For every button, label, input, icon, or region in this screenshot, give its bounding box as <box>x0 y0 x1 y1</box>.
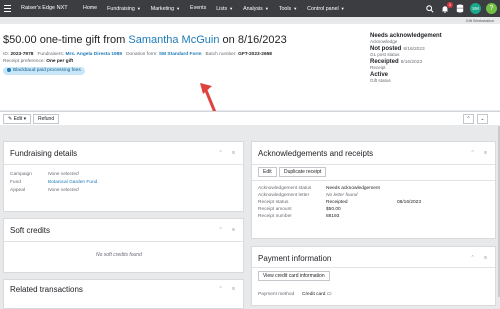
nav-lists[interactable]: Lists ▼ <box>211 0 238 18</box>
batch-number: GFT-2023-2658 <box>238 52 272 57</box>
nav-events[interactable]: Events <box>185 0 211 17</box>
panel-title: Soft credits <box>10 226 51 235</box>
receipt-amount-row: Receipt amount $50.00 <box>258 207 341 212</box>
processing-fees-chip: Blackbaud paid processing fees <box>3 67 85 75</box>
caret-down-icon: ▼ <box>176 5 181 11</box>
gift-meta-line: ID: 2023-7978 Fundraisers: Mrs. Angela D… <box>3 52 272 57</box>
app-brand[interactable]: Raiser's Edge NXT <box>14 0 78 17</box>
nav-marketing[interactable]: Marketing ▼ <box>146 0 185 18</box>
receipt-number-row: Receipt number 88193 <box>258 214 340 219</box>
panel-controls[interactable]: ⌃ ≡ <box>219 286 240 292</box>
fund-link[interactable]: Botanical Garden Fund <box>48 180 97 185</box>
next-record-button[interactable]: ⌄ <box>477 114 488 124</box>
notification-count-badge: 1 <box>447 1 453 8</box>
previous-record-button[interactable]: ⌃ <box>463 114 474 124</box>
edit-dropdown-button[interactable]: ✎ Edit ▾ <box>3 114 32 124</box>
panel-controls[interactable]: ⌃ ≡ <box>471 150 492 156</box>
panel-title: Fundraising details <box>10 149 78 158</box>
caret-down-icon: ▼ <box>340 5 345 11</box>
notifications-bell-icon[interactable]: 1 <box>440 1 453 14</box>
gift-id: 2023-7978 <box>10 52 34 57</box>
panel-controls[interactable]: ⌃ ≡ <box>471 255 492 261</box>
caret-down-icon: ▼ <box>229 5 234 11</box>
credit-card-icon: ▭ <box>326 292 332 297</box>
ack-edit-button[interactable]: Edit <box>258 167 277 177</box>
ack-letter-row: Acknowledgement letter No letter found <box>258 193 358 198</box>
fund-row: Fund Botanical Garden Fund <box>10 180 98 185</box>
donation-form-link[interactable]: SM Standard Form <box>159 52 202 57</box>
fundraising-details-panel: Fundraising details ⌃ ≡ Campaign None sel… <box>3 141 244 212</box>
panel-controls[interactable]: ⌃ ≡ <box>219 150 240 156</box>
acknowledgements-panel: Acknowledgements and receipts ⌃ ≡ Edit D… <box>251 141 496 239</box>
soft-credits-panel: Soft credits ⌃ ≡ No soft credits found <box>3 218 244 273</box>
caret-down-icon: ▼ <box>264 5 269 11</box>
fundraiser-link[interactable]: Mrs. Angela Diresta 1989 <box>65 52 122 57</box>
page-title: $50.00 one-time gift from Samantha McGui… <box>3 34 287 46</box>
receipt-status-row: Receipt status Receipted 08/16/2023 <box>258 200 422 205</box>
nav-home[interactable]: Home <box>78 0 102 17</box>
panel-title: Related transactions <box>10 285 83 294</box>
receipt-preference: Receipt preference: One per gift <box>3 59 74 64</box>
nav-control-panel[interactable]: Control panel ▼ <box>302 0 349 18</box>
refund-button[interactable]: Refund <box>33 114 60 124</box>
gift-record-header: $50.00 one-time gift from Samantha McGui… <box>0 24 500 124</box>
ack-status-row: Acknowledgement status Needs acknowledgem… <box>258 186 380 191</box>
nav-fundraising[interactable]: Fundraising ▼ <box>102 0 146 18</box>
panel-title: Payment information <box>258 254 332 263</box>
payment-method-row: Payment method Credit card ▭ <box>258 292 332 297</box>
info-dot-icon <box>7 67 11 72</box>
nav-analysis[interactable]: Analysis ▼ <box>238 0 274 18</box>
database-icon[interactable] <box>455 4 465 14</box>
campaign-row: Campaign None selected <box>10 172 79 177</box>
payment-information-panel: Payment information ⌃ ≡ View credit card… <box>251 246 496 306</box>
user-avatar[interactable]: SM <box>470 3 481 14</box>
soft-credits-empty-text: No soft credits found <box>96 252 142 258</box>
related-transactions-panel: Related transactions ⌃ ≡ <box>3 279 244 309</box>
nav-tools[interactable]: Tools ▼ <box>274 0 302 18</box>
caret-down-icon: ▼ <box>293 5 298 11</box>
panel-title: Acknowledgements and receipts <box>258 149 374 158</box>
help-icon[interactable]: ? <box>486 3 497 14</box>
appeal-row: Appeal None selected <box>10 188 79 193</box>
workspace-label: Gift Workstation <box>465 18 494 23</box>
caret-down-icon: ▼ <box>136 5 141 11</box>
menu-icon[interactable] <box>0 0 14 17</box>
gift-status-column: Needs acknowledgement Acknowledge Not po… <box>370 33 498 85</box>
duplicate-receipt-button[interactable]: Duplicate receipt <box>279 167 327 177</box>
constituent-link[interactable]: Samantha McGuin <box>128 34 219 46</box>
view-credit-card-button[interactable]: View credit card information <box>258 271 330 281</box>
panel-controls[interactable]: ⌃ ≡ <box>219 227 240 233</box>
top-navigation-bar: Raiser's Edge NXT Home Fundraising ▼ Mark… <box>0 0 500 17</box>
record-toolbar: ✎ Edit ▾ Refund ⌃ ⌄ <box>0 111 500 125</box>
search-icon[interactable] <box>425 4 435 14</box>
